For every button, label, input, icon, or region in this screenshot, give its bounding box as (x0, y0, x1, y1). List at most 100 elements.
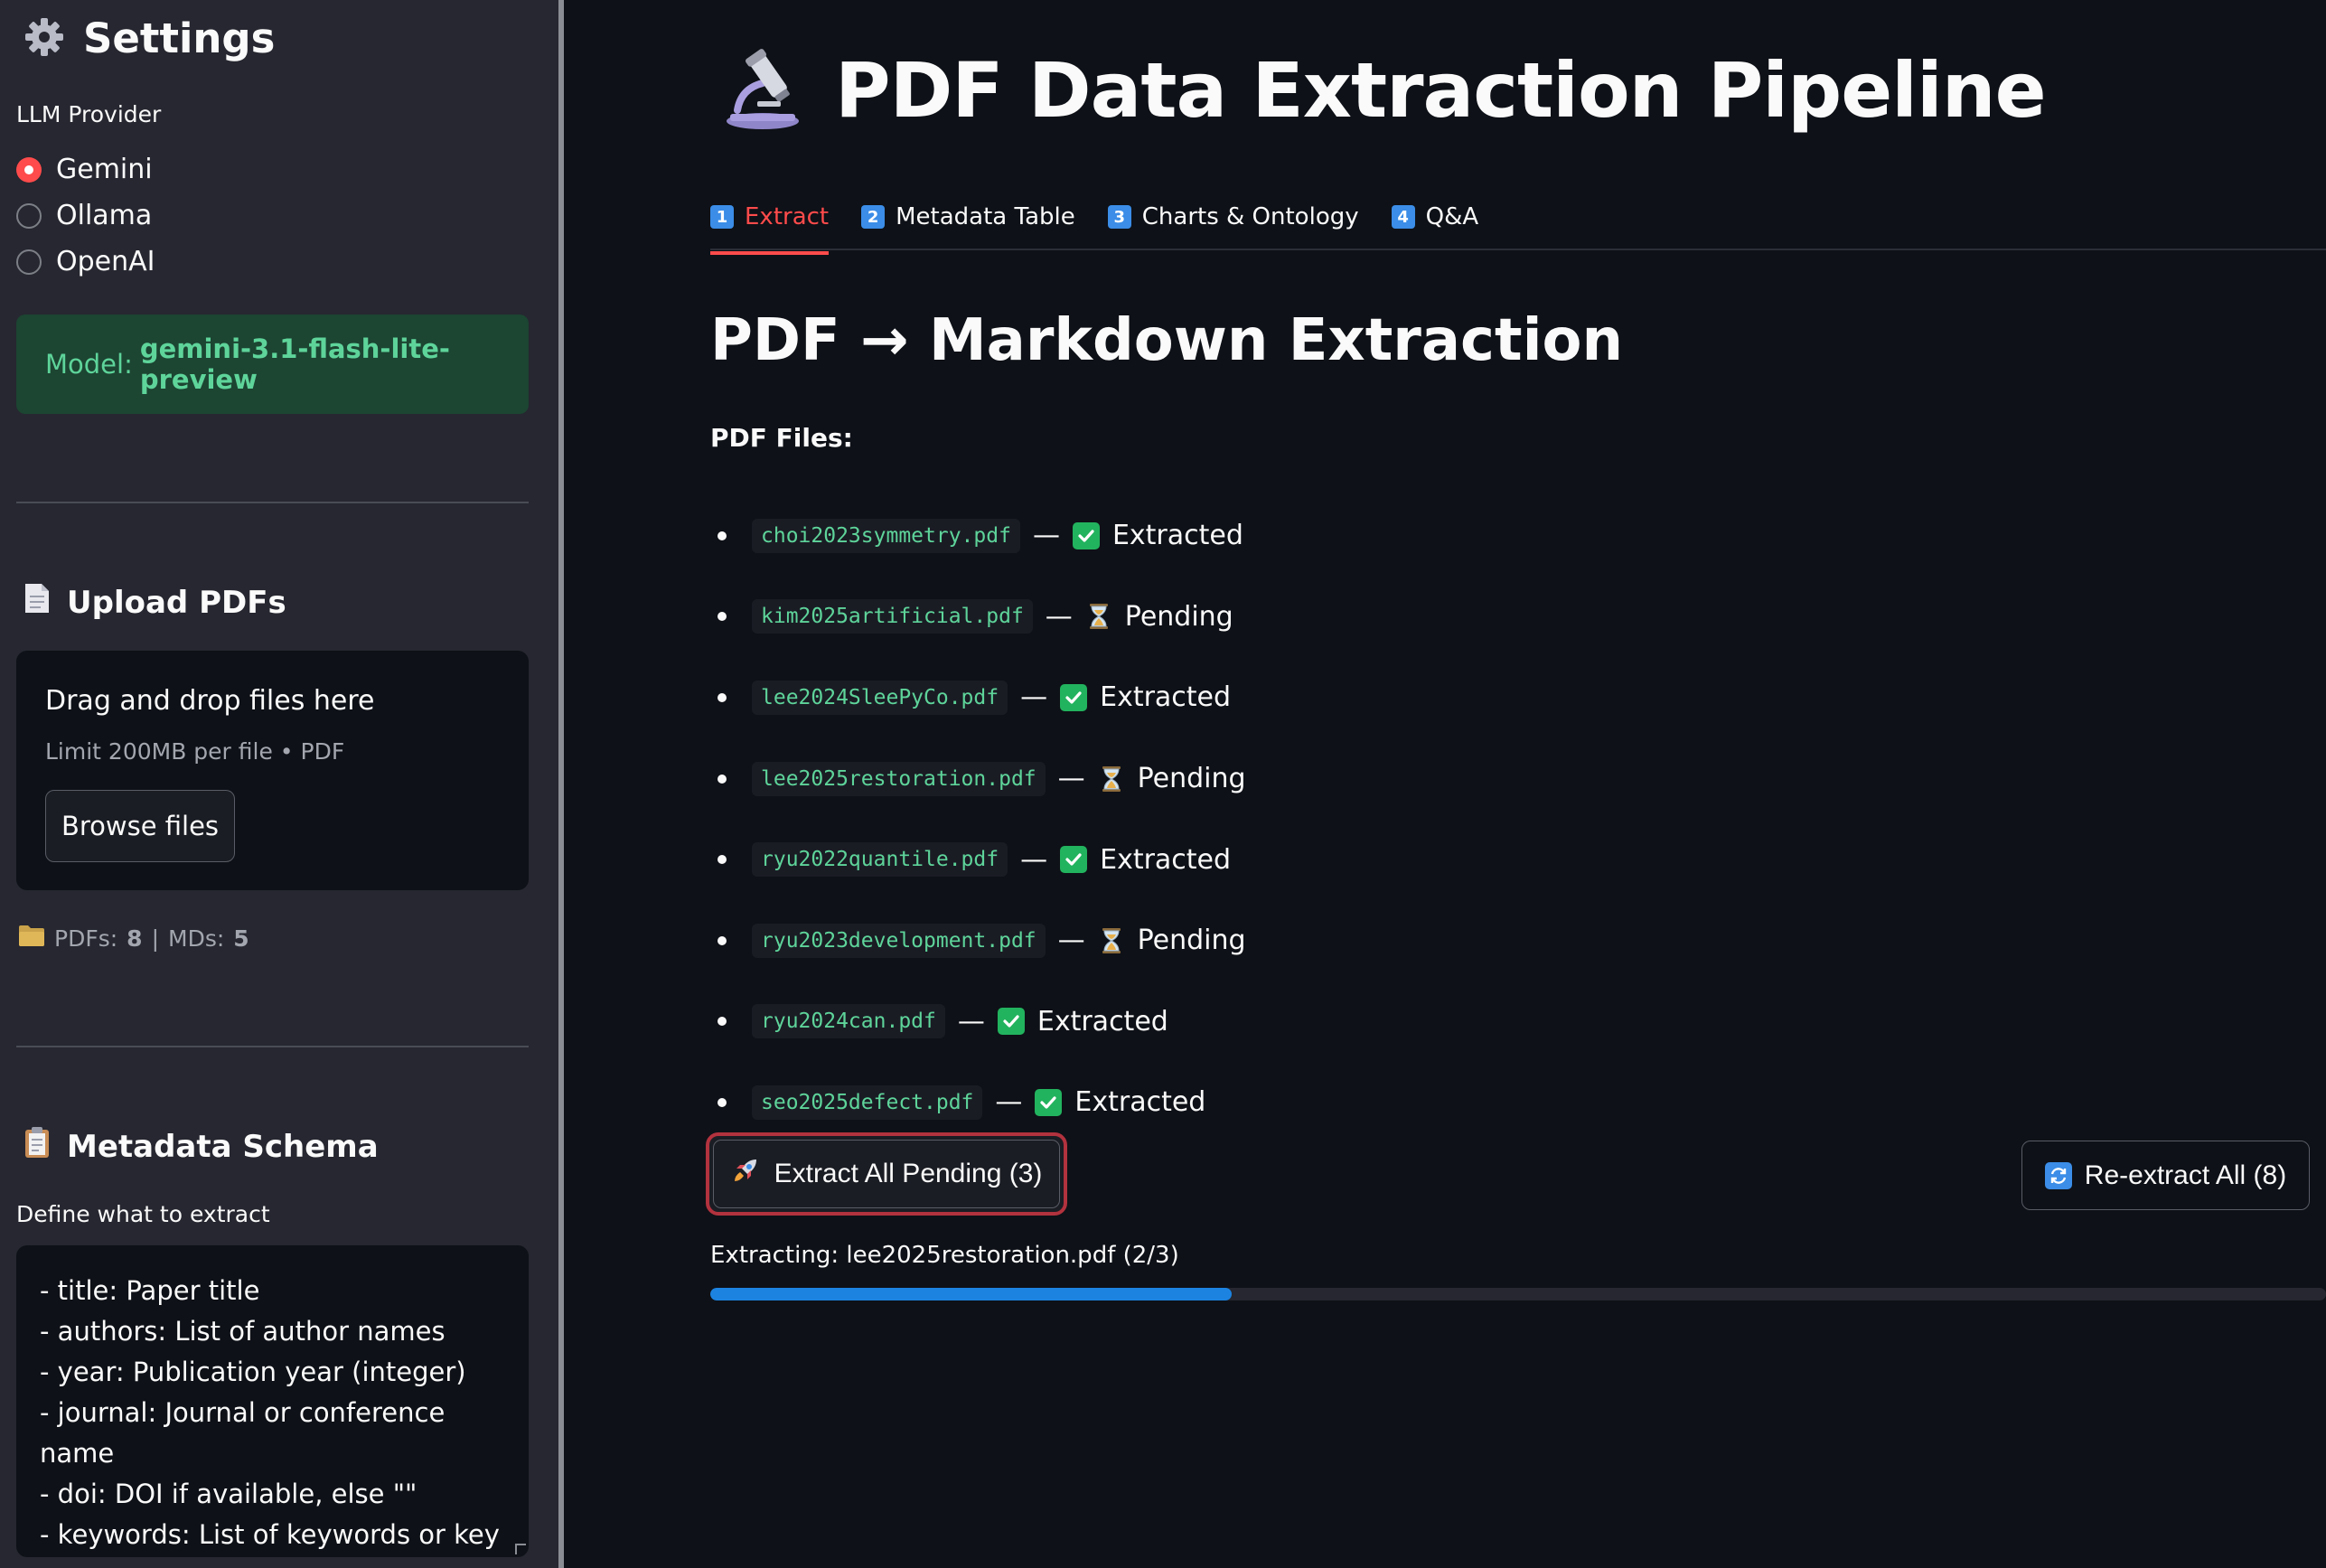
progress-bar (710, 1288, 2326, 1300)
schema-textarea[interactable]: - title: Paper title - authors: List of … (16, 1245, 529, 1557)
tab-divider (710, 249, 2326, 250)
list-item: lee2025restoration.pdf — Pending (710, 738, 1246, 820)
file-counts: PDFs: 8 | MDs: 5 (18, 924, 249, 953)
model-info-box: Model: gemini-3.1-flash-lite-preview (16, 315, 529, 414)
bullet-icon (717, 1097, 727, 1107)
list-item: ryu2022quantile.pdf — Extracted (710, 819, 1246, 900)
tab-label: Q&A (1425, 203, 1479, 230)
browse-files-button[interactable]: Browse files (45, 790, 235, 862)
progress-status-text: Extracting: lee2025restoration.pdf (2/3) (710, 1242, 1179, 1269)
check-icon (1035, 1088, 1063, 1116)
extract-all-pending-button[interactable]: Extract All Pending (3) (706, 1132, 1067, 1216)
document-icon (23, 582, 51, 623)
pdfs-count: 8 (127, 925, 143, 952)
file-status: Extracted (1111, 520, 1243, 552)
list-item: ryu2024can.pdf — Extracted (710, 981, 1246, 1063)
file-status: Pending (1124, 600, 1233, 633)
divider (16, 1046, 529, 1047)
file-name: seo2025defect.pdf (752, 1084, 983, 1120)
dropzone-limit: Limit 200MB per file • PDF (45, 738, 345, 765)
bullet-icon (717, 774, 727, 784)
dropzone-text: Drag and drop files here (45, 685, 375, 717)
schema-label: Define what to extract (16, 1201, 270, 1227)
tab-bar: 1 Extract 2 Metadata Table 3 Charts & On… (710, 190, 1511, 255)
count-separator: | (151, 925, 159, 952)
button-label: Extract All Pending (3) (774, 1159, 1043, 1188)
tab-label: Charts & Ontology (1141, 203, 1359, 230)
resize-handle[interactable] (515, 1544, 526, 1554)
sidebar: Settings LLM Provider Gemini Ollama Open… (0, 0, 558, 1568)
file-name: ryu2022quantile.pdf (752, 842, 1008, 878)
pdf-file-list: choi2023symmetry.pdf — Extracted kim2025art… (710, 495, 1246, 1143)
file-status: Pending (1137, 925, 1246, 957)
file-name: kim2025artificial.pdf (752, 599, 1033, 634)
clipboard-icon (23, 1126, 51, 1167)
file-name: choi2023symmetry.pdf (752, 518, 1020, 553)
list-item: ryu2023development.pdf — Pending (710, 900, 1246, 981)
file-status: Extracted (1100, 681, 1232, 714)
page-title-text: PDF Data Extraction Pipeline (835, 46, 2047, 135)
radio-ollama[interactable]: Ollama (16, 200, 152, 231)
bullet-icon (717, 530, 727, 540)
mds-count: 5 (233, 925, 249, 952)
file-dropzone[interactable]: Drag and drop files here Limit 200MB per… (16, 651, 529, 890)
radio-gemini[interactable]: Gemini (16, 154, 153, 185)
check-icon (1060, 683, 1088, 711)
file-status: Extracted (1074, 1086, 1206, 1119)
file-name: ryu2023development.pdf (752, 923, 1046, 958)
number-2-icon: 2 (861, 205, 886, 229)
upload-heading: Upload PDFs (23, 582, 286, 623)
radio-unselected-icon[interactable] (16, 249, 42, 275)
hourglass-icon (1085, 603, 1112, 630)
bullet-icon (717, 855, 727, 865)
refresh-icon (2044, 1161, 2072, 1189)
file-status: Pending (1137, 763, 1246, 795)
provider-label: LLM Provider (16, 101, 162, 127)
separator-dash: — (995, 1086, 1023, 1119)
pdf-files-label: PDF Files: (710, 423, 853, 453)
bullet-icon (717, 612, 727, 622)
hourglass-icon (1098, 765, 1125, 793)
upload-heading-text: Upload PDFs (67, 584, 286, 621)
folder-icon (18, 924, 45, 953)
radio-selected-icon[interactable] (16, 156, 42, 183)
sidebar-title: Settings (23, 14, 275, 62)
radio-label: OpenAI (56, 246, 155, 277)
model-name: gemini-3.1-flash-lite-preview (139, 333, 450, 395)
file-status: Extracted (1100, 843, 1232, 876)
re-extract-all-button[interactable]: Re-extract All (8) (2021, 1141, 2310, 1210)
separator-dash: — (1057, 763, 1085, 795)
pdfs-label: PDFs: (54, 925, 118, 952)
number-4-icon: 4 (1391, 205, 1415, 229)
tab-metadata-table[interactable]: 2 Metadata Table (861, 190, 1075, 244)
hourglass-icon (1098, 927, 1125, 954)
list-item: choi2023symmetry.pdf — Extracted (710, 495, 1246, 577)
divider (16, 502, 529, 503)
radio-unselected-icon[interactable] (16, 202, 42, 229)
tab-charts-ontology[interactable]: 3 Charts & Ontology (1107, 190, 1359, 244)
file-status: Extracted (1036, 1005, 1168, 1038)
sidebar-resize-border[interactable] (558, 0, 564, 1568)
separator-dash: — (1057, 925, 1085, 957)
number-1-icon: 1 (710, 205, 734, 229)
list-item: seo2025defect.pdf — Extracted (710, 1062, 1246, 1143)
separator-dash: — (1045, 600, 1073, 633)
schema-heading-text: Metadata Schema (67, 1128, 379, 1165)
radio-openai[interactable]: OpenAI (16, 246, 155, 277)
list-item: kim2025artificial.pdf — Pending (710, 577, 1246, 658)
tab-label: Extract (745, 203, 830, 230)
mds-label: MDs: (168, 925, 225, 952)
check-icon (1060, 846, 1088, 874)
section-heading: PDF → Markdown Extraction (710, 307, 1624, 374)
tab-qa[interactable]: 4 Q&A (1391, 190, 1479, 244)
tab-label: Metadata Table (896, 203, 1075, 230)
model-prefix: Model: (45, 349, 133, 380)
bullet-icon (717, 1017, 727, 1027)
sidebar-title-text: Settings (83, 14, 276, 62)
microscope-icon (719, 45, 806, 136)
tab-extract[interactable]: 1 Extract (710, 190, 830, 255)
separator-dash: — (1020, 843, 1048, 876)
radio-label: Ollama (56, 200, 153, 231)
bullet-icon (717, 935, 727, 945)
file-name: lee2025restoration.pdf (752, 761, 1046, 796)
